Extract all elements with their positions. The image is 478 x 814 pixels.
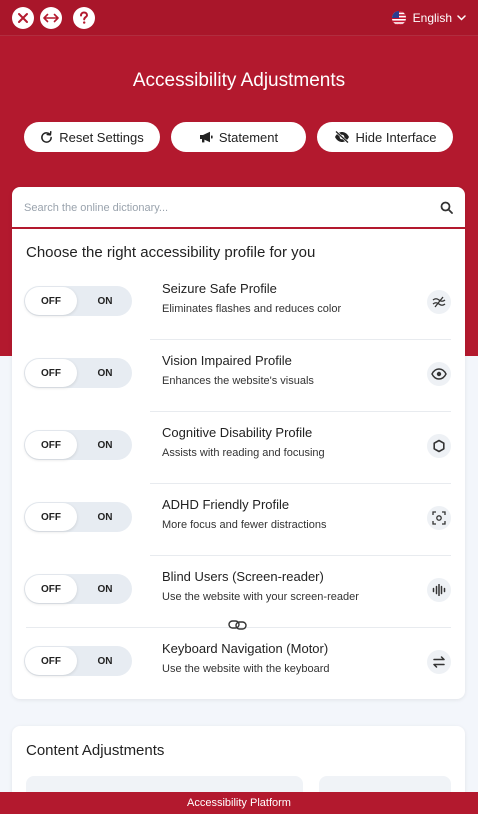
profile-seizure-safe: OFF ON Seizure Safe Profile Eliminates f… <box>12 268 465 340</box>
toggle-on-option[interactable]: ON <box>78 574 132 604</box>
circle-icon <box>427 434 451 458</box>
statement-label: Statement <box>218 129 279 145</box>
profile-description: Use the website with your screen-reader <box>162 591 359 603</box>
eye-slash-icon <box>334 131 349 143</box>
toggle-on-option[interactable]: ON <box>78 286 132 316</box>
megaphone-icon <box>199 131 213 143</box>
profile-toggle[interactable]: OFF ON <box>24 430 132 460</box>
toggle-on-option[interactable]: ON <box>78 502 132 532</box>
toggle-on-option[interactable]: ON <box>78 430 132 460</box>
profile-description: Eliminates flashes and reduces color <box>162 303 342 315</box>
toggle-off-option[interactable]: OFF <box>25 575 77 603</box>
profile-title: Seizure Safe Profile <box>162 281 277 296</box>
profile-toggle[interactable]: OFF ON <box>24 646 132 676</box>
profile-cognitive-disability: OFF ON Cognitive Disability Profile Assi… <box>12 412 465 484</box>
close-button[interactable] <box>12 7 34 29</box>
profile-description: More focus and fewer distractions <box>162 519 327 531</box>
footer-label[interactable]: Accessibility Platform <box>187 797 291 809</box>
hide-interface-button[interactable]: Hide Interface <box>317 122 453 152</box>
toggle-off-option[interactable]: OFF <box>25 503 77 531</box>
audio-bars-icon <box>427 578 451 602</box>
chevron-down-icon <box>457 15 466 21</box>
content-adjustments-title: Content Adjustments <box>26 742 165 759</box>
profile-title: Blind Users (Screen-reader) <box>162 569 324 584</box>
toggle-off-option[interactable]: OFF <box>25 431 77 459</box>
profile-vision-impaired: OFF ON Vision Impaired Profile Enhances … <box>12 340 465 412</box>
language-label: English <box>412 11 452 25</box>
hide-interface-label: Hide Interface <box>355 129 437 145</box>
profile-toggle[interactable]: OFF ON <box>24 358 132 388</box>
profile-keyboard-navigation: OFF ON Keyboard Navigation (Motor) Use t… <box>12 628 465 700</box>
toggle-on-option[interactable]: ON <box>78 646 132 676</box>
profile-adhd-friendly: OFF ON ADHD Friendly Profile More focus … <box>12 484 465 556</box>
refresh-icon <box>41 130 53 143</box>
eye-icon <box>427 362 451 386</box>
arrows-icon <box>427 650 451 674</box>
statement-button[interactable]: Statement <box>171 122 306 152</box>
reset-settings-label: Reset Settings <box>59 129 144 145</box>
toggle-off-option[interactable]: OFF <box>25 287 77 315</box>
profile-description: Use the website with the keyboard <box>162 663 330 675</box>
help-button[interactable] <box>73 7 95 29</box>
toggle-on-option[interactable]: ON <box>78 358 132 388</box>
profile-title: ADHD Friendly Profile <box>162 497 290 512</box>
language-selector[interactable]: English <box>390 8 466 28</box>
search-input[interactable] <box>24 198 424 218</box>
profile-title: Vision Impaired Profile <box>162 353 292 368</box>
move-widget-button[interactable] <box>40 7 62 29</box>
profiles-section-title: Choose the right accessibility profile f… <box>26 244 316 261</box>
us-flag-icon <box>391 11 406 25</box>
footer-bar: Accessibility Platform <box>0 792 478 814</box>
reset-settings-button[interactable]: Reset Settings <box>24 122 160 152</box>
link-icon <box>228 618 248 636</box>
top-bar: English <box>0 0 478 36</box>
waves-icon <box>427 290 451 314</box>
search-icon[interactable] <box>440 201 453 214</box>
question-icon <box>80 11 89 24</box>
profile-description: Enhances the website's visuals <box>162 375 314 387</box>
profile-description: Assists with reading and focusing <box>162 447 325 459</box>
toggle-off-option[interactable]: OFF <box>25 359 77 387</box>
close-icon <box>18 13 28 23</box>
profile-toggle[interactable]: OFF ON <box>24 502 132 532</box>
profile-toggle[interactable]: OFF ON <box>24 286 132 316</box>
search-bar <box>12 187 465 229</box>
panel-title: Accessibility Adjustments <box>132 70 346 91</box>
focus-icon <box>427 506 451 530</box>
profile-title: Cognitive Disability Profile <box>162 425 313 440</box>
profile-toggle[interactable]: OFF ON <box>24 574 132 604</box>
profiles-card: Choose the right accessibility profile f… <box>12 187 465 699</box>
horizontal-arrows-icon <box>43 13 59 23</box>
profile-title: Keyboard Navigation (Motor) <box>162 641 329 656</box>
toggle-off-option[interactable]: OFF <box>25 647 77 675</box>
